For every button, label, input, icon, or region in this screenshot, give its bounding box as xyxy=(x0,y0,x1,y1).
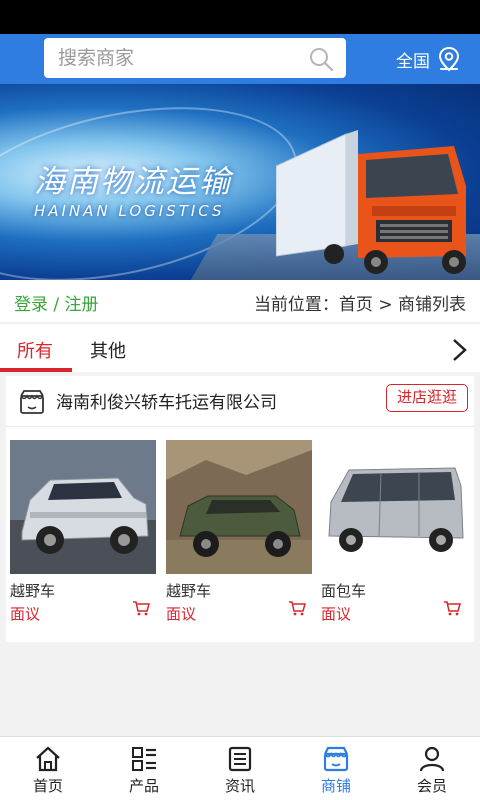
news-icon xyxy=(228,746,252,772)
product-name: 越野车 xyxy=(166,582,212,600)
store-icon xyxy=(323,746,349,772)
nav-products[interactable]: 产品 xyxy=(96,743,192,799)
truck-illustration xyxy=(276,130,466,274)
product-image-van[interactable] xyxy=(321,440,467,574)
region-label: 全国 xyxy=(396,51,430,72)
banner-title: 海南物流运输 xyxy=(34,164,232,200)
search-box[interactable] xyxy=(44,38,346,78)
nav-member-label: 会员 xyxy=(416,777,447,795)
status-bar xyxy=(0,0,480,34)
product-name: 越野车 xyxy=(10,582,56,600)
cart-icon[interactable] xyxy=(443,600,461,616)
nav-stores[interactable]: 商铺 xyxy=(288,743,384,799)
category-tabs: 所有 其他 xyxy=(0,324,480,372)
shop-icon xyxy=(20,390,44,414)
grid-list-icon xyxy=(132,747,156,771)
location-pin-icon xyxy=(438,46,460,72)
top-header: 全国 xyxy=(0,34,480,84)
product-image-suv-green[interactable] xyxy=(166,440,312,574)
store-card[interactable]: 海南利俊兴轿车托运有限公司 进店逛逛 越野车 面议 越野车 面议 面包车 面议 xyxy=(6,376,474,642)
nav-home[interactable]: 首页 xyxy=(0,743,96,799)
store-name[interactable]: 海南利俊兴轿车托运有限公司 xyxy=(56,388,277,413)
chevron-right-icon[interactable] xyxy=(448,336,472,364)
nav-news[interactable]: 资讯 xyxy=(192,743,288,799)
active-tab-indicator xyxy=(0,368,72,372)
product-name: 面包车 xyxy=(321,582,367,600)
tab-all[interactable]: 所有 xyxy=(17,337,53,363)
divider xyxy=(6,426,474,427)
nav-stores-label: 商铺 xyxy=(320,777,351,795)
search-input[interactable] xyxy=(44,38,294,78)
person-icon xyxy=(419,746,445,772)
product-card[interactable]: 面包车 面议 xyxy=(321,440,467,624)
product-image-suv-silver[interactable] xyxy=(10,440,156,574)
region-selector[interactable]: 全国 xyxy=(396,44,462,74)
cart-icon[interactable] xyxy=(288,600,306,616)
promo-banner[interactable]: 海南物流运输 HAINAN LOGISTICS xyxy=(0,84,480,280)
product-card[interactable]: 越野车 面议 xyxy=(166,440,312,624)
search-icon[interactable] xyxy=(308,46,334,72)
nav-member[interactable]: 会员 xyxy=(384,743,480,799)
bottom-nav: 首页 产品 资讯 商铺 会员 xyxy=(0,736,480,800)
visit-store-button[interactable]: 进店逛逛 xyxy=(386,384,468,412)
info-row: 登录 / 注册 当前位置：首页 > 商铺列表 xyxy=(0,280,480,322)
nav-news-label: 资讯 xyxy=(224,777,255,795)
nav-home-label: 首页 xyxy=(32,777,63,795)
login-register-link[interactable]: 登录 / 注册 xyxy=(14,290,99,315)
home-icon xyxy=(36,746,60,772)
breadcrumb: 当前位置：首页 > 商铺列表 xyxy=(253,295,466,315)
tab-other[interactable]: 其他 xyxy=(90,337,126,363)
cart-icon[interactable] xyxy=(132,600,150,616)
product-card[interactable]: 越野车 面议 xyxy=(10,440,156,624)
nav-products-label: 产品 xyxy=(128,777,159,795)
banner-subtitle: HAINAN LOGISTICS xyxy=(34,202,225,220)
